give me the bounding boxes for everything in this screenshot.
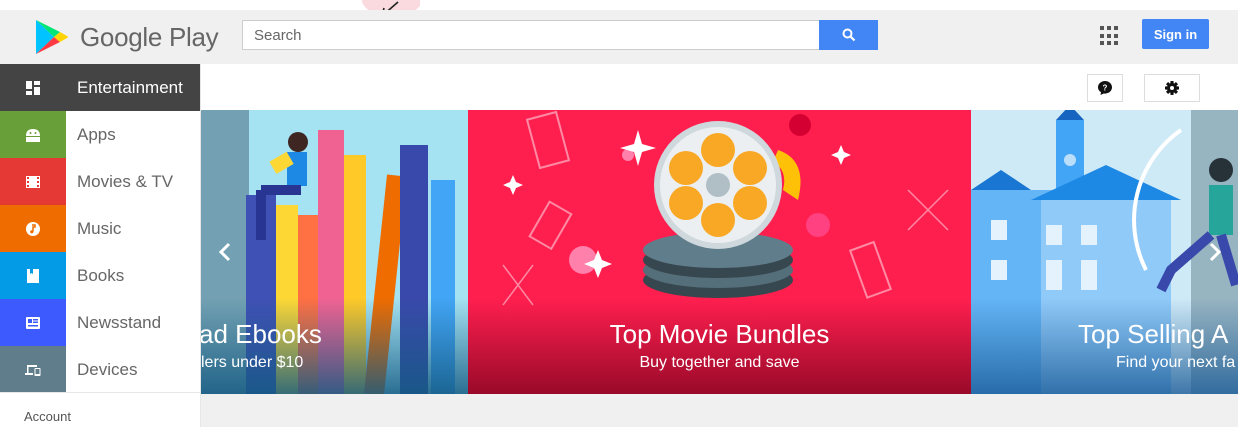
- sidebar-item-books[interactable]: Books: [0, 252, 200, 299]
- slide-title: Top Selling A: [1078, 319, 1229, 349]
- newspaper-icon: [0, 299, 66, 346]
- account-section-label[interactable]: Account: [0, 392, 201, 427]
- music-note-icon: [0, 205, 66, 252]
- slide-subtitle: lers under $10: [201, 354, 304, 371]
- slide-subtitle: Buy together and save: [639, 354, 800, 371]
- book-icon: [0, 252, 66, 299]
- sidebar-item-label: Devices: [77, 359, 138, 379]
- slide-subtitle: Find your next fa: [1116, 354, 1236, 371]
- gear-icon: [1165, 81, 1179, 95]
- google-play-page: Google Play Sign in ?: [0, 0, 1238, 427]
- sidebar-item-entertainment[interactable]: Entertainment: [0, 64, 200, 111]
- brand-name: Google Play: [80, 21, 219, 52]
- slide-caption: ad Ebooks lers under $10: [201, 298, 468, 394]
- settings-button[interactable]: [1144, 74, 1200, 102]
- sidebar-item-apps[interactable]: Apps: [0, 111, 200, 158]
- sign-in-button[interactable]: Sign in: [1142, 19, 1209, 49]
- sidebar-item-movies-tv[interactable]: Movies & TV: [0, 158, 200, 205]
- slide-title: ad Ebooks: [201, 319, 322, 349]
- slide-caption: Top Selling A Find your next fa: [971, 298, 1238, 394]
- promo-carousel: ad Ebooks lers under $10 Top Movie Bundl…: [201, 110, 1238, 394]
- sidebar-item-newsstand[interactable]: Newsstand: [0, 299, 200, 346]
- devices-icon: [0, 346, 66, 393]
- play-triangle-icon: [36, 20, 68, 54]
- carousel-next-button[interactable]: [1200, 232, 1230, 272]
- search-bar: [242, 20, 878, 50]
- sidebar-item-devices[interactable]: Devices: [0, 346, 200, 393]
- film-icon: [0, 158, 66, 205]
- help-button[interactable]: ?: [1087, 74, 1123, 102]
- chevron-right-icon: [1209, 242, 1222, 262]
- sidebar-item-label: Entertainment: [77, 77, 183, 97]
- chevron-left-icon: [218, 242, 231, 262]
- sidebar-item-music[interactable]: Music: [0, 205, 200, 252]
- carousel-slide[interactable]: Top Selling A Find your next fa: [971, 110, 1238, 394]
- sidebar-item-label: Books: [77, 265, 125, 285]
- content-area-background: [201, 394, 1238, 427]
- sidebar-item-label: Music: [77, 218, 122, 238]
- carousel-slide[interactable]: Top Movie Bundles Buy together and save: [468, 110, 971, 394]
- android-icon: [0, 111, 66, 158]
- help-icon: ?: [1098, 81, 1112, 95]
- sidebar-item-label: Movies & TV: [77, 171, 174, 191]
- slide-title: Top Movie Bundles: [609, 319, 830, 349]
- carousel-prev-button[interactable]: [210, 232, 240, 272]
- top-toolbar: Google Play Sign in: [0, 10, 1238, 64]
- svg-text:?: ?: [1103, 84, 1108, 93]
- google-play-logo[interactable]: Google Play: [30, 10, 219, 64]
- entertainment-icon: [0, 64, 66, 111]
- search-input[interactable]: [242, 20, 819, 50]
- search-icon: [842, 28, 855, 42]
- category-sidebar: Entertainment Apps Movies & TV Music Boo…: [0, 64, 201, 427]
- sidebar-item-label: Newsstand: [77, 312, 162, 332]
- slide-caption: Top Movie Bundles Buy together and save: [468, 298, 971, 394]
- search-button[interactable]: [819, 20, 878, 50]
- carousel-slide[interactable]: ad Ebooks lers under $10: [201, 110, 468, 394]
- apps-grid-icon[interactable]: [1100, 26, 1120, 46]
- sidebar-item-label: Apps: [77, 124, 116, 144]
